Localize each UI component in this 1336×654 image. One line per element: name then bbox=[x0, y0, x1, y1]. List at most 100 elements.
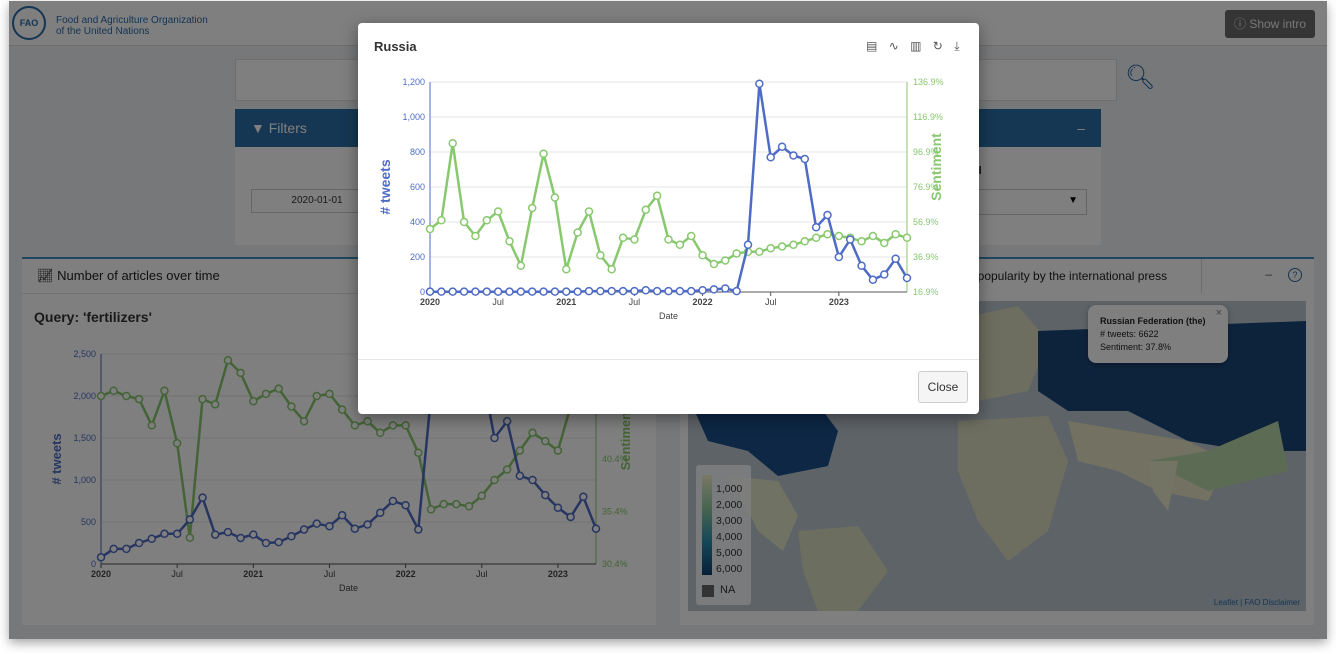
modal-divider bbox=[358, 359, 979, 360]
x-tick-label: 2020 bbox=[420, 297, 440, 307]
tweets-point bbox=[562, 287, 571, 296]
x-tick-label: 2021 bbox=[556, 297, 576, 307]
tweets-point bbox=[857, 261, 866, 270]
sentiment-point bbox=[425, 224, 435, 234]
sentiment-point bbox=[573, 228, 582, 237]
tweets-point bbox=[607, 286, 616, 296]
tweets-point bbox=[573, 287, 582, 296]
sentiment-point bbox=[675, 240, 685, 249]
x-tick-label: Jul bbox=[492, 297, 504, 307]
tweets-point bbox=[584, 286, 594, 296]
sentiment-point bbox=[698, 251, 707, 260]
close-button[interactable]: Close bbox=[918, 371, 968, 403]
tweets-point bbox=[675, 286, 685, 296]
tweets-point bbox=[471, 287, 480, 296]
sentiment-point bbox=[448, 139, 457, 148]
tweets-point bbox=[493, 287, 503, 296]
sentiment-point bbox=[800, 237, 810, 246]
tweets-point bbox=[823, 210, 832, 220]
sentiment-point bbox=[493, 207, 503, 216]
y-axis-title: # tweets bbox=[377, 159, 393, 214]
download-icon[interactable]: ⤓ bbox=[954, 39, 959, 53]
tweets-point bbox=[834, 252, 844, 262]
line-chart-icon[interactable]: ∿ bbox=[889, 39, 899, 53]
y-tick-label: 600 bbox=[410, 182, 425, 192]
tweets-point bbox=[459, 287, 469, 296]
y-tick-label: 1,200 bbox=[402, 77, 425, 87]
y2-tick-label: 56.9% bbox=[913, 217, 939, 227]
sentiment-point bbox=[641, 205, 651, 214]
sentiment-point bbox=[471, 231, 480, 241]
sentiment-point bbox=[482, 216, 492, 225]
sentiment-point bbox=[732, 249, 741, 258]
sentiment-point bbox=[902, 233, 912, 242]
chart-toolbox: ▤ ∿ ▥ ↻ ⤓ bbox=[866, 39, 968, 54]
sentiment-point bbox=[630, 235, 639, 244]
sentiment-point bbox=[618, 233, 628, 242]
tweets-point bbox=[868, 275, 878, 284]
sentiment-point bbox=[789, 240, 798, 249]
tweets-point bbox=[550, 287, 560, 296]
sentiment-point bbox=[596, 251, 605, 260]
tweets-point bbox=[755, 79, 764, 88]
tweets-point bbox=[709, 285, 719, 294]
tweets-point bbox=[766, 153, 775, 162]
modal-title: Russia bbox=[374, 39, 417, 54]
sentiment-point bbox=[823, 230, 832, 239]
tweets-point bbox=[845, 235, 855, 244]
sentiment-point bbox=[766, 244, 775, 253]
y2-axis-title: Sentiment bbox=[928, 133, 944, 201]
sentiment-point bbox=[891, 230, 900, 239]
x-tick-label: 2022 bbox=[693, 297, 713, 307]
tweets-point bbox=[698, 286, 707, 295]
data-view-icon[interactable]: ▤ bbox=[866, 39, 877, 53]
tweets-line bbox=[430, 82, 909, 293]
tweets-point bbox=[811, 223, 821, 232]
sentiment-point bbox=[584, 207, 594, 216]
sentiment-point bbox=[811, 233, 821, 242]
sentiment-point bbox=[437, 216, 446, 225]
sentiment-point bbox=[709, 259, 719, 269]
sentiment-point bbox=[721, 256, 730, 265]
sentiment-point bbox=[562, 265, 571, 274]
sentiment-point bbox=[459, 217, 469, 227]
sentiment-point bbox=[857, 237, 866, 246]
restore-icon[interactable]: ↻ bbox=[933, 39, 943, 53]
y2-tick-label: 36.9% bbox=[913, 252, 939, 262]
sentiment-point bbox=[527, 203, 537, 213]
tweets-point bbox=[527, 287, 537, 296]
tweets-point bbox=[516, 287, 526, 296]
y2-tick-label: 116.9% bbox=[913, 112, 943, 122]
tweets-point bbox=[652, 286, 662, 296]
bar-chart-icon[interactable]: ▥ bbox=[910, 39, 921, 53]
tweets-point bbox=[732, 286, 741, 296]
sentiment-point bbox=[652, 191, 662, 200]
tweets-point bbox=[425, 287, 435, 296]
tweets-point bbox=[800, 154, 810, 164]
tweets-point bbox=[721, 284, 730, 293]
sentiment-point bbox=[664, 235, 673, 244]
country-modal: Russia ▤ ∿ ▥ ↻ ⤓ 0 200 400 600 800 1,000 1,200… bbox=[358, 23, 979, 414]
tweets-point bbox=[902, 273, 912, 283]
sentiment-point bbox=[834, 231, 844, 241]
tweets-point bbox=[482, 287, 492, 296]
x-tick-label: 2023 bbox=[829, 297, 849, 307]
tweets-point bbox=[630, 286, 639, 296]
sentiment-line bbox=[429, 142, 908, 271]
sentiment-point bbox=[686, 231, 696, 241]
x-axis-title: Date bbox=[659, 311, 678, 321]
sentiment-point bbox=[607, 265, 616, 274]
x-tick-label: Jul bbox=[629, 297, 641, 307]
tweets-point bbox=[437, 287, 446, 296]
sentiment-point bbox=[539, 149, 548, 158]
sentiment-point bbox=[505, 237, 514, 246]
tweets-point bbox=[686, 286, 696, 296]
tweets-point bbox=[777, 142, 787, 151]
x-tick-label: Jul bbox=[765, 297, 777, 307]
sentiment-point bbox=[880, 238, 889, 248]
tweets-point bbox=[505, 287, 514, 296]
tweets-point bbox=[789, 151, 798, 160]
sentiment-point bbox=[755, 247, 764, 256]
sentiment-point bbox=[550, 193, 560, 202]
y-tick-label: 200 bbox=[410, 252, 425, 262]
